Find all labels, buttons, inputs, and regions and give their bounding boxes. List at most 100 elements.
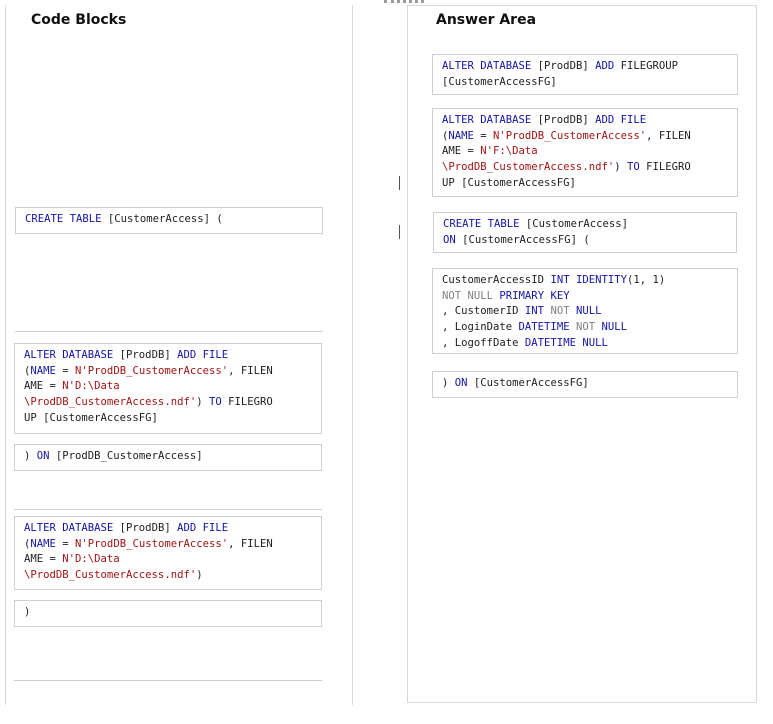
code-line: (NAME = N'ProdDB_CustomerAccess', FILEN bbox=[24, 364, 312, 380]
code-line: CREATE TABLE [CustomerAccess] bbox=[443, 217, 727, 233]
code-token: [ProdDB] bbox=[531, 60, 596, 72]
code-token: ALTER DATABASE bbox=[442, 114, 532, 126]
code-token: ON bbox=[36, 450, 50, 462]
code-blocks-divider bbox=[15, 331, 323, 332]
code-token: ON bbox=[454, 377, 468, 389]
code-token: [ProdDB] bbox=[113, 522, 178, 534]
code-token: [CustomerAccess] ( bbox=[101, 213, 223, 225]
code-token: , LoginDate bbox=[442, 321, 519, 334]
code-line: AME = N'F:\Data bbox=[442, 144, 728, 160]
code-token: AME = bbox=[24, 380, 63, 393]
code-line: \ProdDB_CustomerAccess.ndf') bbox=[24, 568, 312, 584]
code-line: (NAME = N'ProdDB_CustomerAccess', FILEN bbox=[442, 129, 728, 145]
code-token: TO bbox=[626, 161, 640, 174]
code-line: [CustomerAccessFG] bbox=[442, 75, 728, 91]
code-token: NULL bbox=[575, 305, 602, 318]
code-line: (NAME = N'ProdDB_CustomerAccess', FILEN bbox=[24, 537, 312, 553]
code-line: ) ON [CustomerAccessFG] bbox=[442, 376, 728, 392]
code-token: [CustomerAccessFG] ( bbox=[455, 233, 590, 246]
code-line: , CustomerID INT NOT NULL bbox=[442, 304, 728, 320]
code-token: N'F:\Data bbox=[480, 145, 538, 158]
code-token: ) bbox=[196, 569, 203, 582]
code-token: , FILEN bbox=[228, 537, 273, 550]
code-token: N'ProdDB_CustomerAccess' bbox=[75, 364, 229, 377]
code-blocks-divider bbox=[14, 680, 322, 681]
code-token: , FILEN bbox=[646, 129, 691, 142]
code-token: NAME bbox=[448, 129, 474, 142]
code-token: ALTER DATABASE bbox=[24, 349, 114, 361]
code-token: NOT bbox=[575, 321, 596, 334]
separator-tick bbox=[399, 176, 400, 190]
code-token: \ProdDB_CustomerAccess.ndf' bbox=[442, 161, 615, 174]
code-line: , LoginDate DATETIME NOT NULL bbox=[442, 320, 728, 336]
code-line: ALTER DATABASE [ProdDB] ADD FILE bbox=[24, 521, 312, 537]
code-token: TO bbox=[208, 396, 222, 409]
code-token: ALTER DATABASE bbox=[442, 60, 532, 72]
code-token: NAME bbox=[30, 364, 56, 377]
code-token: = bbox=[55, 537, 76, 550]
answer-block-on-customeraccessfg[interactable]: ) ON [CustomerAccessFG] bbox=[432, 371, 738, 398]
code-token: INT bbox=[524, 305, 545, 318]
code-token: PRIMARY KEY bbox=[499, 289, 570, 302]
code-block-on-proddb-customeraccess[interactable]: ) ON [ProdDB_CustomerAccess] bbox=[14, 444, 322, 471]
code-token: ) bbox=[614, 161, 627, 174]
code-token: AME = bbox=[24, 553, 63, 566]
code-token: N'D:\Data bbox=[62, 380, 120, 393]
code-token: DATETIME NULL bbox=[524, 336, 608, 349]
answer-block-columns[interactable]: CustomerAccessID INT IDENTITY(1, 1) NOT N… bbox=[432, 268, 738, 354]
code-token: (1, 1) bbox=[626, 274, 666, 286]
code-token: , LogoffDate bbox=[442, 336, 525, 349]
code-line: \ProdDB_CustomerAccess.ndf') TO FILEGRO bbox=[24, 395, 312, 411]
code-token: FILEGROUP bbox=[614, 60, 678, 72]
code-token: ADD FILE bbox=[595, 114, 647, 126]
code-token: CREATE TABLE bbox=[443, 218, 520, 230]
code-token: = bbox=[55, 364, 76, 377]
code-token: DATETIME bbox=[518, 321, 570, 334]
code-line: CREATE TABLE [CustomerAccess] ( bbox=[25, 212, 313, 228]
code-block-add-file-d[interactable]: ALTER DATABASE [ProdDB] ADD FILE (NAME = … bbox=[14, 516, 322, 590]
code-blocks-title: Code Blocks bbox=[31, 12, 127, 28]
answer-block-add-file-f[interactable]: ALTER DATABASE [ProdDB] ADD FILE (NAME = … bbox=[432, 108, 738, 197]
answer-area-title: Answer Area bbox=[436, 12, 537, 28]
code-token: \ProdDB_CustomerAccess.ndf' bbox=[24, 569, 197, 582]
code-token: ) bbox=[24, 606, 31, 618]
code-token: ) bbox=[442, 377, 455, 389]
code-token: [CustomerAccessFG] bbox=[467, 377, 589, 389]
code-token: ) bbox=[196, 396, 209, 409]
code-block-create-table[interactable]: CREATE TABLE [CustomerAccess] ( bbox=[15, 207, 323, 234]
code-token: FILEGRO bbox=[639, 161, 691, 174]
code-token: , FILEN bbox=[228, 364, 273, 377]
code-line: ON [CustomerAccessFG] ( bbox=[443, 233, 727, 249]
code-token: UP [CustomerAccessFG] bbox=[442, 176, 576, 189]
code-token: FILEGRO bbox=[221, 396, 273, 409]
code-token: CustomerAccessID bbox=[442, 274, 551, 286]
code-token: , CustomerID bbox=[442, 305, 525, 318]
answer-block-add-filegroup[interactable]: ALTER DATABASE [ProdDB] ADD FILEGROUP [Cu… bbox=[432, 54, 738, 95]
code-blocks-divider bbox=[14, 509, 322, 510]
code-token: = bbox=[473, 129, 494, 142]
code-line: \ProdDB_CustomerAccess.ndf') TO FILEGRO bbox=[442, 160, 728, 176]
code-token: N'D:\Data bbox=[62, 553, 120, 566]
code-line: NOT NULL PRIMARY KEY bbox=[442, 289, 728, 305]
code-token: AME = bbox=[442, 145, 481, 158]
code-token: ALTER DATABASE bbox=[24, 522, 114, 534]
code-token: UP [CustomerAccessFG] bbox=[24, 411, 158, 424]
code-line: AME = N'D:\Data bbox=[24, 379, 312, 395]
code-block-add-file-d-to-filegroup[interactable]: ALTER DATABASE [ProdDB] ADD FILE (NAME = … bbox=[14, 343, 322, 434]
code-token: N'ProdDB_CustomerAccess' bbox=[493, 129, 647, 142]
code-token: [ProdDB_CustomerAccess] bbox=[49, 450, 203, 462]
code-token: [ProdDB] bbox=[113, 349, 178, 361]
code-token: NOT bbox=[550, 305, 570, 318]
code-line: AME = N'D:\Data bbox=[24, 552, 312, 568]
code-token: NAME bbox=[30, 537, 56, 550]
code-line: ALTER DATABASE [ProdDB] ADD FILE bbox=[442, 113, 728, 129]
code-line: UP [CustomerAccessFG] bbox=[442, 176, 728, 192]
code-line: ALTER DATABASE [ProdDB] ADD FILEGROUP bbox=[442, 59, 728, 75]
code-token: NOT NULL bbox=[442, 289, 494, 302]
code-line: ALTER DATABASE [ProdDB] ADD FILE bbox=[24, 348, 312, 364]
code-token: ADD FILE bbox=[177, 349, 229, 361]
answer-block-create-table-on-fg[interactable]: CREATE TABLE [CustomerAccess] ON [Custome… bbox=[433, 212, 737, 253]
code-token: CREATE TABLE bbox=[25, 213, 102, 225]
code-block-close-paren[interactable]: ) bbox=[14, 600, 322, 627]
code-token: NULL bbox=[601, 321, 628, 334]
